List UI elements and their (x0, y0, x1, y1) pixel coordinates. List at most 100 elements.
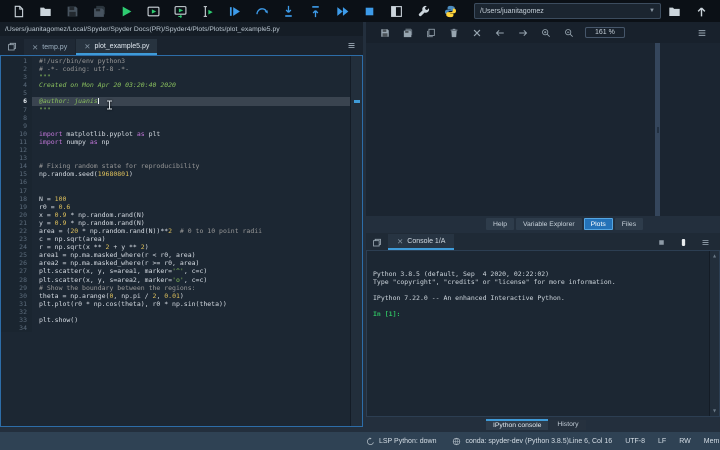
code-line[interactable]: 17 (1, 186, 351, 195)
code-line[interactable]: 33 plt.show() (1, 316, 351, 325)
next-plot-button[interactable] (511, 23, 534, 43)
code-line[interactable]: 34 (1, 324, 351, 333)
code-line[interactable]: 16 (1, 178, 351, 187)
pane-tab-files[interactable]: Files (614, 218, 644, 230)
code-line[interactable]: 5 (1, 89, 351, 98)
save-all-plots-button[interactable] (396, 23, 419, 43)
code-line[interactable]: 8 (1, 113, 351, 122)
footer-tab-history[interactable]: History (550, 419, 586, 430)
browse-tabs-icon[interactable] (369, 235, 385, 250)
spyder-window: /Users/juanitagomez ▼ /Users/juanitagome… (0, 0, 720, 450)
copy-image-button[interactable] (419, 23, 442, 43)
save-all-button[interactable] (86, 0, 113, 22)
code-line[interactable]: 23 c = np.sqrt(area) (1, 235, 351, 244)
remove-plot-button[interactable] (442, 23, 465, 43)
line-number: 31 (1, 299, 32, 308)
new-file-button[interactable] (5, 0, 32, 22)
code-line[interactable]: 6 @author: juanis (1, 97, 351, 106)
preferences-button[interactable] (410, 0, 437, 22)
code-line[interactable]: 14 # Fixing random state for reproducibil… (1, 162, 351, 171)
code-line[interactable]: 26 area2 = np.ma.masked_where(r >= r0, ar… (1, 259, 351, 268)
code-line[interactable]: 30 theta = np.arange(0, np.pi / 2, 0.01) (1, 291, 351, 300)
code-line[interactable]: 3 """ (1, 73, 351, 82)
browse-working-directory-button[interactable] (661, 0, 688, 22)
debug-step-over-button[interactable] (248, 0, 275, 22)
run-selection-button[interactable] (194, 0, 221, 22)
console-scrollbar[interactable]: ▲ ▼ (709, 251, 719, 416)
close-icon[interactable]: ✕ (84, 42, 90, 50)
footer-tab-ipython-console[interactable]: IPython console (486, 419, 549, 430)
browse-tabs-icon[interactable] (4, 39, 20, 54)
code-line[interactable]: 24 r = np.sqrt(x ** 2 + y ** 2) (1, 243, 351, 252)
step-into-icon (285, 5, 292, 17)
scroll-down-icon[interactable]: ▼ (713, 407, 716, 415)
code-line[interactable]: 12 (1, 146, 351, 155)
editor-options-menu-icon[interactable] (344, 39, 358, 52)
interrupt-kernel-button[interactable] (650, 235, 672, 249)
code-line[interactable]: 29 # Show the boundary between the region… (1, 283, 351, 292)
debug-stop-button[interactable] (356, 0, 383, 22)
pane-tab-help[interactable]: Help (486, 218, 514, 230)
debug-file-button[interactable] (221, 0, 248, 22)
code-line[interactable]: 11 import numpy as np (1, 137, 351, 147)
zoom-out-button[interactable] (557, 23, 580, 43)
editor-tab-plot_example5.py[interactable]: ✕ plot_example5.py (76, 39, 158, 55)
code-text: r0 = 0.6 (39, 202, 71, 211)
parent-directory-button[interactable] (688, 0, 715, 22)
line-number: 22 (1, 226, 32, 236)
console-header: ✕ Console 1/A (366, 233, 720, 250)
close-icon[interactable]: ✕ (32, 43, 38, 51)
console-tab[interactable]: ✕ Console 1/A (388, 234, 455, 250)
ipython-console[interactable]: Python 3.8.5 (default, Sep 4 2020, 02:22… (366, 250, 720, 417)
debug-step-out-button[interactable] (302, 0, 329, 22)
code-line[interactable]: 32 (1, 307, 351, 316)
code-text: Created on Mon Apr 20 03:20:40 2020 (39, 81, 176, 90)
pane-tab-variable-explorer[interactable]: Variable Explorer (515, 218, 582, 230)
restart-kernel-button[interactable] (672, 235, 694, 249)
open-folder-icon (40, 7, 51, 16)
maximize-pane-button[interactable] (383, 0, 410, 22)
debug-step-into-button[interactable] (275, 0, 302, 22)
code-line[interactable]: 13 (1, 154, 351, 163)
code-line[interactable]: 10 import matplotlib.pyplot as plt (1, 129, 351, 138)
code-line[interactable]: 15 np.random.seed(19680801) (1, 170, 351, 179)
code-line[interactable]: 20 x = 0.9 * np.random.rand(N) (1, 210, 351, 219)
plots-splitter-handle[interactable] (655, 43, 660, 216)
pane-tab-plots[interactable]: Plots (583, 218, 613, 230)
debug-continue-button[interactable] (329, 0, 356, 22)
open-file-button[interactable] (32, 0, 59, 22)
code-text: import matplotlib.pyplot as plt (39, 129, 161, 138)
code-editor[interactable]: 1 #!/usr/bin/env python3 2 # -*- coding: ut… (0, 55, 363, 427)
code-line[interactable]: 21 y = 0.9 * np.random.rand(N) (1, 218, 351, 227)
previous-plot-button[interactable] (488, 23, 511, 43)
working-directory-combo[interactable]: /Users/juanitagomez ▼ (474, 3, 661, 19)
remove-all-plots-button[interactable] (465, 23, 488, 43)
zoom-in-button[interactable] (534, 23, 557, 43)
run-cell-advance-button[interactable] (167, 0, 194, 22)
save-plot-button[interactable] (373, 23, 396, 43)
code-line[interactable]: 4 Created on Mon Apr 20 03:20:40 2020 (1, 81, 351, 90)
code-line[interactable]: 19 r0 = 0.6 (1, 202, 351, 211)
run-cell-button[interactable] (140, 0, 167, 22)
code-line[interactable]: 9 (1, 121, 351, 130)
editor-scrollbar[interactable] (350, 56, 362, 426)
console-options-menu-button[interactable] (694, 235, 716, 249)
close-icon[interactable]: ✕ (397, 237, 403, 245)
plots-options-menu-button[interactable] (690, 23, 713, 43)
code-line[interactable]: 27 plt.scatter(x, y, s=area1, marker='^',… (1, 267, 351, 276)
code-line[interactable]: 22 area = (20 * np.random.rand(N))**2 # 0… (1, 226, 351, 236)
code-area[interactable]: 1 #!/usr/bin/env python3 2 # -*- coding: ut… (1, 57, 351, 426)
python-environment-button[interactable] (437, 0, 464, 22)
code-line[interactable]: 31 plt.plot(r0 * np.cos(theta), r0 * np.s… (1, 299, 351, 308)
code-line[interactable]: 25 area1 = np.ma.masked_where(r < r0, are… (1, 251, 351, 260)
run-file-button[interactable] (113, 0, 140, 22)
code-text: theta = np.arange(0, np.pi / 2, 0.01) (39, 291, 184, 300)
code-line[interactable]: 2 # -*- coding: utf-8 -*- (1, 65, 351, 74)
code-line[interactable]: 7 """ (1, 105, 351, 114)
code-line[interactable]: 18 N = 100 (1, 194, 351, 203)
code-line[interactable]: 28 plt.scatter(x, y, s=area2, marker='o',… (1, 275, 351, 284)
editor-tab-temp.py[interactable]: ✕ temp.py (24, 39, 76, 55)
scroll-up-icon[interactable]: ▲ (713, 252, 716, 260)
save-file-button[interactable] (59, 0, 86, 22)
code-line[interactable]: 1 #!/usr/bin/env python3 (1, 57, 351, 66)
